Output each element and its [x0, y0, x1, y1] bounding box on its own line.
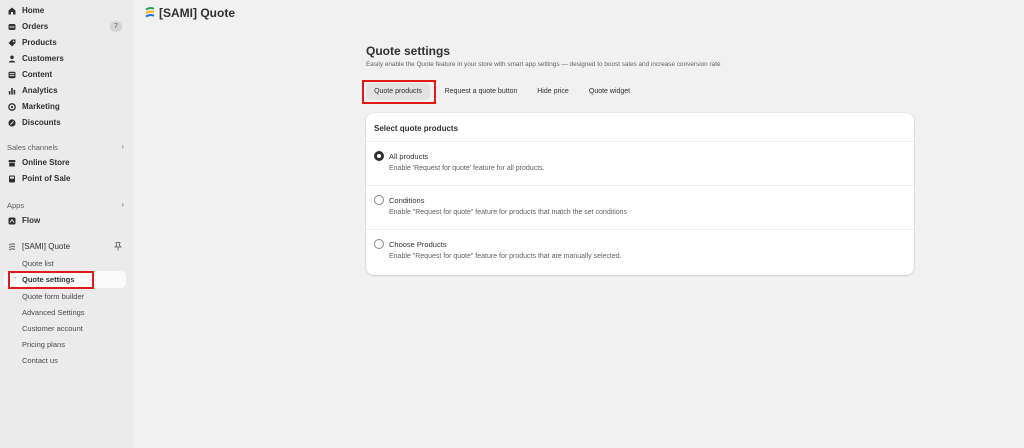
nav-content-label: Content [22, 70, 53, 79]
nav-products-label: Products [22, 38, 57, 47]
sub-pricing-plans[interactable]: Pricing plans [22, 340, 65, 349]
store-icon [8, 159, 16, 167]
radio-all-products[interactable] [374, 151, 384, 161]
sub-customer-account[interactable]: Customer account [22, 324, 83, 333]
apps-heading: Apps [7, 201, 25, 210]
sales-channels-heading: Sales channels [7, 143, 58, 152]
option-conditions[interactable]: Conditions Enable "Request for quote" fe… [374, 195, 904, 225]
nav-orders[interactable]: Orders 7 [4, 19, 128, 34]
orders-icon [8, 23, 16, 31]
app-title: [SAMI] Quote [145, 6, 235, 20]
tab-hide-price[interactable]: Hide price [531, 83, 575, 100]
nav-sami-quote[interactable]: [SAMI] Quote [4, 239, 128, 254]
card-title: Select quote products [374, 124, 459, 133]
tab-quote-products[interactable]: Quote products [366, 83, 430, 100]
orders-count-badge: 7 [110, 21, 122, 32]
page-subtitle: Easily enable the Quote feature in your … [366, 61, 721, 68]
nav-customers-label: Customers [22, 54, 64, 63]
sub-quote-list[interactable]: Quote list [22, 259, 54, 268]
arrow-right-icon: → [11, 274, 18, 281]
person-icon [8, 55, 16, 63]
option-label: Conditions [389, 196, 425, 205]
nav-marketing-label: Marketing [22, 102, 60, 111]
quote-products-card: Select quote products All products Enabl… [366, 113, 914, 275]
radio-conditions[interactable] [374, 195, 384, 205]
option-description: Enable 'Request for quote' feature for a… [389, 165, 545, 172]
tab-request-a-quote-button[interactable]: Request a quote button [436, 83, 526, 100]
home-icon [8, 7, 16, 15]
nav-point-of-sale[interactable]: Point of Sale [4, 171, 128, 186]
option-description: Enable "Request for quote" feature for p… [389, 253, 622, 260]
bar-chart-icon [8, 87, 16, 95]
nav-analytics-label: Analytics [22, 86, 58, 95]
nav-discounts[interactable]: Discounts [4, 115, 128, 130]
divider [366, 185, 914, 186]
page-title: Quote settings [366, 44, 451, 58]
option-label: All products [389, 152, 429, 161]
app-logo-icon [145, 7, 155, 19]
nav-home-label: Home [22, 6, 45, 15]
sidebar: Home Orders 7 Products Customers Content… [0, 0, 134, 448]
radio-choose-products[interactable] [374, 239, 384, 249]
nav-home[interactable]: Home [4, 3, 128, 18]
tab-quote-widget[interactable]: Quote widget [581, 83, 638, 100]
nav-analytics[interactable]: Analytics [4, 83, 128, 98]
app-title-text: [SAMI] Quote [159, 6, 235, 20]
sub-contact-us[interactable]: Contact us [22, 356, 58, 365]
nav-flow-label: Flow [22, 216, 41, 225]
nav-content[interactable]: Content [4, 67, 128, 82]
content-icon [8, 71, 16, 79]
option-description: Enable "Request for quote" feature for p… [389, 209, 628, 216]
nav-products[interactable]: Products [4, 35, 128, 50]
option-label: Choose Products [389, 240, 447, 249]
nav-online-store-label: Online Store [22, 158, 70, 167]
discount-icon [8, 118, 16, 127]
nav-sami-quote-label: [SAMI] Quote [22, 242, 71, 251]
divider [366, 141, 914, 142]
target-icon [8, 102, 16, 111]
sub-advanced-settings[interactable]: Advanced Settings [22, 308, 85, 317]
sub-quote-settings[interactable]: → Quote settings [4, 271, 126, 288]
nav-orders-label: Orders [22, 22, 49, 31]
divider [366, 229, 914, 230]
nav-discounts-label: Discounts [22, 118, 61, 127]
chevron-right-icon[interactable]: › [121, 200, 124, 209]
tag-icon [8, 39, 16, 47]
nav-point-of-sale-label: Point of Sale [22, 174, 71, 183]
pos-icon [8, 175, 16, 183]
pin-icon[interactable] [113, 242, 123, 253]
option-all-products[interactable]: All products Enable 'Request for quote' … [374, 151, 904, 181]
app-logo-icon [8, 242, 16, 251]
nav-online-store[interactable]: Online Store [4, 155, 128, 170]
nav-customers[interactable]: Customers [4, 51, 128, 66]
sub-quote-settings-label: Quote settings [22, 275, 75, 284]
nav-flow[interactable]: Flow [4, 213, 128, 228]
nav-marketing[interactable]: Marketing [4, 99, 128, 114]
sub-quote-form-builder[interactable]: Quote form builder [22, 292, 84, 301]
chevron-right-icon[interactable]: › [121, 142, 124, 151]
option-choose-products[interactable]: Choose Products Enable "Request for quot… [374, 239, 904, 269]
flow-icon [8, 217, 16, 225]
